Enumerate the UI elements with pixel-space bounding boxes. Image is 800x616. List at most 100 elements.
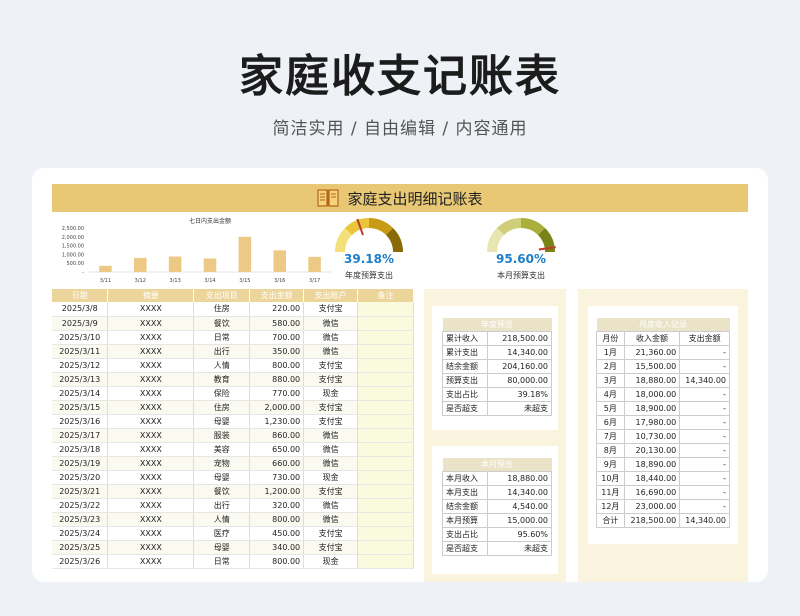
spreadsheet-card: 家庭支出明细记账表 七日内支出金额 2,500.00 2,000.00 1,500.0… [32,168,768,582]
y-tick-label: 1,500.00 [62,244,84,250]
income-cell: 15,500.00 [623,358,681,374]
amount-cell: 1,230.00 [249,414,305,429]
income-cell: 16,690.00 [623,484,681,500]
income-cell: 18,440.00 [623,470,681,486]
date-cell: 2025/3/23 [52,512,109,527]
date-cell: 2025/3/25 [52,540,109,555]
metric-value: 39.18% [486,386,553,402]
table-row: 7月 10,730.00- [596,428,730,444]
metric-label: 结余金额 [442,498,488,514]
table-row: 2025/3/15 XXXX 住房 2,000.00 支付宝 [52,400,414,415]
y-tick-label: 1,000.00 [62,252,84,258]
month-cell: 2月 [596,358,625,374]
summary-cell: XXXX [107,442,195,457]
y-tick-label: 500.00 [67,261,85,267]
amount-cell: 860.00 [249,428,305,443]
date-cell: 2025/3/14 [52,386,109,401]
summary-cell: XXXX [107,414,195,429]
table-row: 支出占比 95.60% [442,526,553,542]
x-tick-label: 3/16 [274,278,285,284]
weekly-expense-bar-chart: 七日内支出金额 2,500.00 2,000.00 1,500.00 1,000.00 5… [52,216,342,290]
summary-cell: XXXX [107,512,195,527]
monthly-budget-gauge: 95.60% 本月预算支出 [476,214,566,286]
category-cell: 出行 [193,344,251,359]
amount-cell: 730.00 [249,470,305,485]
note-cell [357,512,414,527]
note-cell [357,386,414,401]
date-cell: 2025/3/26 [52,554,109,569]
monthly-preview-table: 本月预览 本月收入 18,880.00 本月支出 14,340.00 结余金额 4,540… [442,458,553,556]
metric-label: 支出占比 [442,386,488,402]
category-cell: 教育 [193,372,251,387]
y-tick-label: - [82,270,84,276]
column-header: 摘要 [107,289,195,302]
month-cell: 4月 [596,386,625,402]
note-cell [357,498,414,513]
category-cell: 日常 [193,554,251,569]
amount-cell: 340.00 [249,540,305,555]
table-row: 1月 21,360.00- [596,344,730,360]
category-cell: 日常 [193,330,251,345]
column-header: 支出项目 [193,289,251,302]
table-row: 本月收入 18,880.00 [442,470,553,486]
y-tick-label: 2,500.00 [62,226,84,232]
table-row: 是否超支 未超支 [442,540,553,556]
account-cell: 支付宝 [303,540,359,555]
column-header: 备注 [357,289,414,302]
account-cell: 现金 [303,554,359,569]
column-header: 收入金额 [623,330,681,346]
account-cell: 微信 [303,428,359,443]
table-row: 2025/3/21 XXXX 餐饮 1,200.00 支付宝 [52,484,414,499]
column-header: 日期 [52,289,109,302]
note-cell [357,470,414,485]
bar [168,256,182,272]
category-cell: 人情 [193,512,251,527]
amount-cell: 650.00 [249,442,305,457]
category-cell: 服装 [193,428,251,443]
date-cell: 2025/3/18 [52,442,109,457]
amount-cell: 800.00 [249,512,305,527]
table-row: 2025/3/23 XXXX 人情 800.00 微信 [52,512,414,527]
expense-cell: - [679,386,730,402]
category-cell: 美容 [193,442,251,457]
expense-cell: - [679,498,730,514]
table-row: 2025/3/14 XXXX 保险 770.00 现金 [52,386,414,401]
expense-cell: - [679,428,730,444]
ledger-book-icon [317,189,340,207]
table-row: 累计收入 218,500.00 [442,330,553,346]
summary-cell: XXXX [107,344,195,359]
category-cell: 医疗 [193,526,251,541]
table-row: 2025/3/16 XXXX 母婴 1,230.00 支付宝 [52,414,414,429]
monthly-budget-label: 本月预算支出 [497,271,545,280]
monthly-preview-title: 本月预览 [442,458,552,471]
amount-cell: 770.00 [249,386,305,401]
expense-cell: - [679,414,730,430]
table-row: 6月 17,980.00- [596,414,730,430]
metric-value: 未超支 [486,540,553,556]
annual-budget-label: 年度预算支出 [345,271,393,280]
category-cell: 保险 [193,386,251,401]
account-cell: 支付宝 [303,484,359,499]
amount-cell: 700.00 [249,330,305,345]
account-cell: 微信 [303,316,359,331]
summary-cell: XXXX [107,554,195,569]
amount-cell: 450.00 [249,526,305,541]
metric-label: 结余金额 [442,358,488,374]
note-cell [357,316,414,331]
x-tick-label: 3/11 [100,278,111,284]
month-cell: 5月 [596,400,625,416]
table-row: 2025/3/9 XXXX 餐饮 580.00 微信 [52,316,414,331]
expense-cell: - [679,470,730,486]
page-subtitle: 简洁实用 / 自由编辑 / 内容通用 [272,119,528,139]
account-cell: 支付宝 [303,358,359,373]
table-row: 合计 218,500.00 14,340.00 [596,512,730,528]
annual-budget-percent: 39.18% [344,252,394,266]
table-row: 11月 16,690.00- [596,484,730,500]
chart-title: 七日内支出金额 [189,217,231,225]
metric-value: 95.60% [486,526,553,542]
table-row: 预算支出 80,000.00 [442,372,553,388]
month-cell: 10月 [596,470,625,486]
category-cell: 母婴 [193,540,251,555]
date-cell: 2025/3/19 [52,456,109,471]
note-cell [357,428,414,443]
